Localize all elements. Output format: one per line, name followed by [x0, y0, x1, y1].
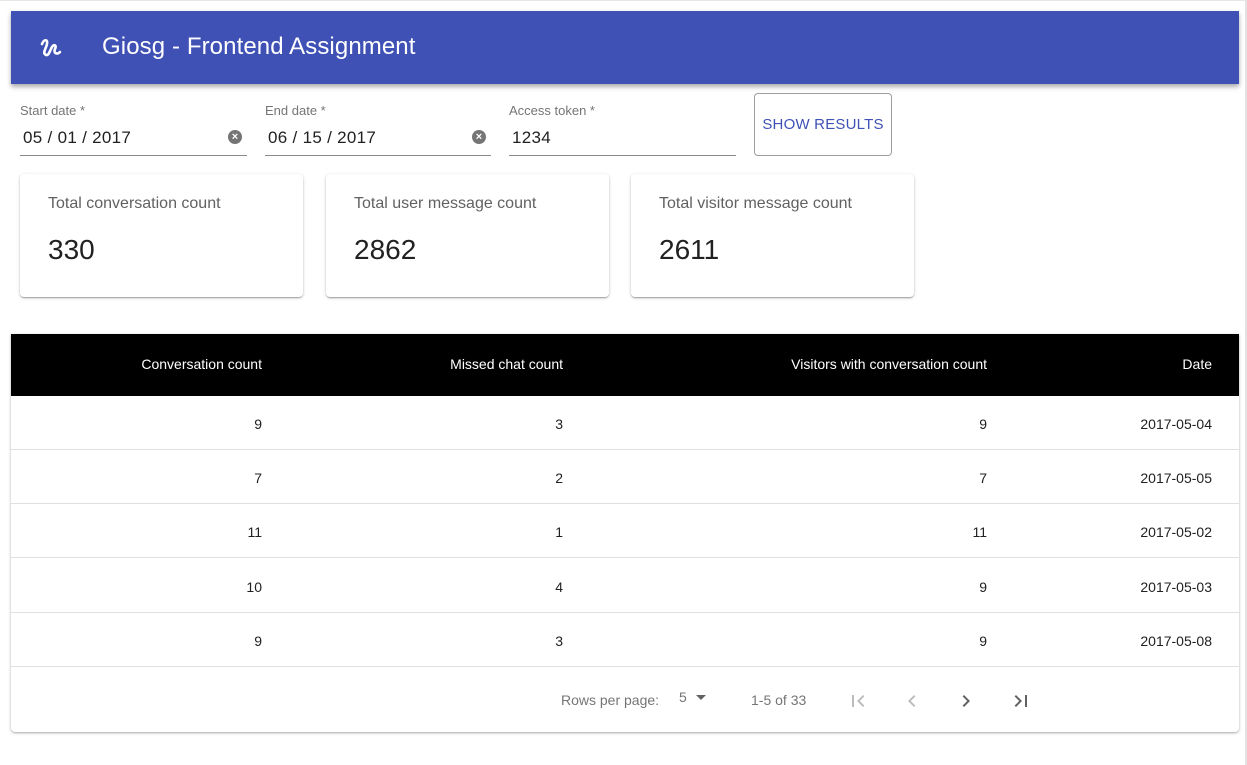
app-bar: Giosg - Frontend Assignment: [11, 11, 1239, 84]
rows-per-page-label: Rows per page:: [561, 692, 660, 708]
cell-missed-chat-count: 1: [555, 524, 563, 540]
cell-conversation-count: 9: [254, 633, 262, 649]
results-table: Conversation count Missed chat count Vis…: [11, 334, 1239, 732]
end-date-input[interactable]: 06 / 15 / 2017: [268, 128, 376, 148]
cell-missed-chat-count: 3: [555, 633, 563, 649]
cell-missed-chat-count: 3: [555, 416, 563, 432]
cell-conversation-count: 11: [247, 524, 262, 540]
cell-conversation-count: 10: [246, 579, 262, 595]
summary-card-conversations: Total conversation count 330: [20, 174, 303, 297]
table-row: 9 3 9 2017-05-04: [11, 396, 1239, 450]
clear-icon[interactable]: ×: [472, 130, 486, 144]
summary-card-label: Total visitor message count: [659, 195, 852, 212]
app-title: Giosg - Frontend Assignment: [102, 33, 416, 60]
cell-date: 2017-05-05: [1140, 470, 1212, 486]
cell-visitors-with-conversation: 9: [979, 633, 987, 649]
column-header-missed-chat-count: Missed chat count: [450, 356, 563, 372]
summary-card-value: 2611: [659, 234, 720, 265]
cell-date: 2017-05-02: [1140, 524, 1212, 540]
show-results-button[interactable]: SHOW RESULTS: [754, 93, 892, 156]
previous-page-icon[interactable]: [900, 689, 924, 713]
summary-card-visitor-messages: Total visitor message count 2611: [631, 174, 914, 297]
access-token-input[interactable]: 1234: [512, 128, 551, 148]
cell-visitors-with-conversation: 9: [979, 416, 987, 432]
table-row: 7 2 7 2017-05-05: [11, 450, 1239, 504]
cell-visitors-with-conversation: 11: [972, 524, 987, 540]
end-date-label: End date *: [265, 103, 326, 118]
summary-card-value: 2862: [354, 234, 417, 265]
cell-date: 2017-05-08: [1140, 633, 1212, 649]
last-page-icon[interactable]: [1009, 689, 1033, 713]
start-date-input[interactable]: 05 / 01 / 2017: [23, 128, 131, 148]
summary-card-label: Total user message count: [354, 195, 537, 212]
first-page-icon[interactable]: [846, 689, 870, 713]
column-header-date: Date: [1182, 356, 1212, 372]
rows-per-page-value: 5: [679, 689, 687, 705]
next-page-icon[interactable]: [954, 689, 978, 713]
table-pagination: Rows per page: 5 1-5 of 33: [11, 669, 1239, 732]
giosg-logo-icon: [38, 35, 64, 61]
input-underline: [265, 155, 491, 156]
access-token-label: Access token *: [509, 103, 595, 118]
cell-missed-chat-count: 2: [555, 470, 563, 486]
access-token-field[interactable]: Access token * 1234: [509, 100, 736, 156]
table-row: 9 3 9 2017-05-08: [11, 613, 1239, 667]
clear-icon[interactable]: ×: [228, 130, 242, 144]
end-date-field[interactable]: End date * 06 / 15 / 2017 ×: [265, 100, 491, 156]
summary-card-value: 330: [48, 234, 95, 265]
table-header: Conversation count Missed chat count Vis…: [11, 334, 1239, 396]
cell-date: 2017-05-04: [1140, 416, 1212, 432]
rows-per-page-select[interactable]: 5: [679, 689, 711, 709]
pagination-range: 1-5 of 33: [751, 692, 807, 708]
cell-visitors-with-conversation: 7: [979, 470, 987, 486]
table-row: 11 1 11 2017-05-02: [11, 504, 1239, 558]
cell-conversation-count: 7: [254, 470, 262, 486]
table-row: 10 4 9 2017-05-03: [11, 559, 1239, 613]
cell-date: 2017-05-03: [1140, 579, 1212, 595]
column-header-visitors-with-conversation: Visitors with conversation count: [791, 356, 987, 372]
window-top-border: [0, 0, 1247, 1]
cell-conversation-count: 9: [254, 416, 262, 432]
column-header-conversation-count: Conversation count: [141, 356, 262, 372]
start-date-label: Start date *: [20, 103, 86, 118]
summary-card-user-messages: Total user message count 2862: [326, 174, 609, 297]
dropdown-arrow-icon: [696, 695, 706, 700]
start-date-field[interactable]: Start date * 05 / 01 / 2017 ×: [20, 100, 247, 156]
cell-visitors-with-conversation: 9: [979, 579, 987, 595]
input-underline: [509, 155, 736, 156]
cell-missed-chat-count: 4: [555, 579, 563, 595]
input-underline: [20, 155, 247, 156]
summary-card-label: Total conversation count: [48, 195, 221, 212]
